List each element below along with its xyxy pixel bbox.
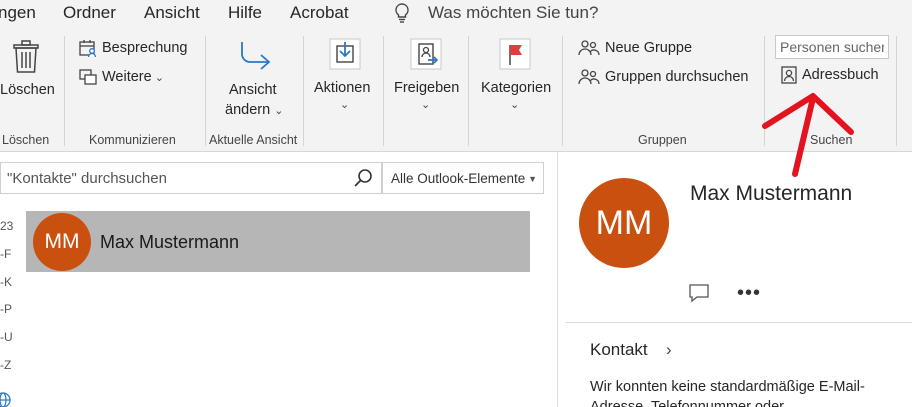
menu-item-acrobat[interactable]: Acrobat: [290, 3, 349, 23]
globe-icon[interactable]: [0, 391, 12, 407]
pane-divider[interactable]: [557, 152, 558, 407]
index-item[interactable]: -F: [0, 247, 11, 261]
ansicht-aendern-line1[interactable]: Ansicht: [229, 82, 277, 98]
calendar-person-icon: [79, 40, 97, 57]
group-label-loeschen: Löschen: [2, 133, 50, 147]
menu-item-hilfe[interactable]: Hilfe: [228, 3, 262, 23]
group-label-aktuelle-ansicht: Aktuelle Ansicht: [209, 133, 298, 147]
menu-item-ordner[interactable]: Ordner: [63, 3, 116, 23]
chat-icon[interactable]: [688, 283, 710, 308]
freigeben-button[interactable]: Freigeben: [394, 80, 459, 96]
neue-gruppe-label: Neue Gruppe: [605, 40, 693, 56]
menu-bar: ngen Ordner Ansicht Hilfe Acrobat Was mö…: [0, 0, 912, 28]
trash-icon[interactable]: [13, 40, 39, 79]
divider: [565, 322, 912, 323]
index-item[interactable]: 23: [0, 219, 13, 233]
adressbuch-label: Adressbuch: [802, 67, 879, 83]
ribbon-separator: [562, 36, 563, 146]
besprechung-label: Besprechung: [102, 40, 188, 56]
gruppen-durchsuchen-label: Gruppen durchsuchen: [605, 69, 749, 85]
browse-groups-icon: [578, 69, 600, 85]
weitere-button[interactable]: Weitere ⌄: [79, 66, 164, 88]
search-scope-dropdown[interactable]: Alle Outlook-Elemente ▼: [382, 162, 544, 194]
chevron-down-icon[interactable]: ⌄: [340, 98, 349, 111]
search-scope-value: Alle Outlook-Elemente: [391, 170, 526, 186]
index-item[interactable]: -K: [0, 275, 12, 289]
tell-me-search[interactable]: Was möchten Sie tun?: [428, 3, 598, 23]
share-contact-icon[interactable]: [410, 38, 442, 75]
new-group-icon: [578, 40, 600, 56]
neue-gruppe-button[interactable]: Neue Gruppe: [578, 37, 692, 59]
menu-item-ansicht[interactable]: Ansicht: [144, 3, 200, 23]
lightbulb-icon[interactable]: [393, 2, 411, 29]
dropdown-arrow-icon: ▼: [528, 174, 537, 184]
contact-avatar-large: MM: [579, 178, 669, 268]
ribbon-separator: [468, 36, 469, 146]
search-icon[interactable]: [344, 162, 382, 194]
address-book-icon: [781, 66, 797, 84]
ansicht-aendern-button[interactable]: ändern ⌄: [225, 102, 283, 118]
gruppen-durchsuchen-button[interactable]: Gruppen durchsuchen: [578, 66, 749, 88]
contact-detail-name: Max Mustermann: [690, 182, 853, 205]
personen-suchen-input[interactable]: [775, 35, 889, 59]
chevron-down-icon[interactable]: ⌄: [510, 98, 519, 111]
ribbon-separator: [303, 36, 304, 146]
index-item[interactable]: -Z: [0, 358, 11, 372]
chevron-down-icon: ⌄: [274, 105, 284, 117]
contacts-search-input[interactable]: [0, 162, 344, 194]
chevron-right-icon[interactable]: ›: [666, 340, 672, 360]
actions-icon[interactable]: [329, 38, 361, 75]
contact-name: Max Mustermann: [100, 232, 240, 252]
loeschen-button[interactable]: Löschen: [0, 82, 55, 98]
weitere-label: Weitere: [102, 69, 152, 85]
kategorien-button[interactable]: Kategorien: [481, 80, 551, 96]
ribbon-separator: [64, 36, 65, 146]
no-contact-info-message: Wir konnten keine standardmäßige E-Mail-…: [590, 379, 865, 407]
index-item[interactable]: -U: [0, 330, 13, 344]
more-communicate-icon: [79, 69, 97, 85]
more-options-icon[interactable]: •••: [737, 282, 761, 305]
ribbon-separator: [896, 36, 897, 146]
avatar: MM: [33, 213, 91, 271]
menu-item-einstellungen[interactable]: ngen: [0, 3, 36, 23]
change-view-arrow-icon[interactable]: [236, 40, 272, 79]
ribbon-separator: [205, 36, 206, 146]
contact-list-item[interactable]: MM Max Mustermann: [26, 211, 530, 272]
index-item[interactable]: -P: [0, 302, 12, 316]
adressbuch-button[interactable]: Adressbuch: [781, 64, 879, 86]
kontakt-section-title[interactable]: Kontakt: [590, 340, 648, 360]
ribbon-separator: [383, 36, 384, 146]
chevron-down-icon: ⌄: [154, 71, 164, 84]
annotation-arrow-icon: [762, 93, 854, 177]
group-label-kommunizieren: Kommunizieren: [89, 133, 176, 147]
category-flag-icon[interactable]: [499, 38, 531, 75]
chevron-down-icon[interactable]: ⌄: [421, 98, 430, 111]
aktionen-button[interactable]: Aktionen: [314, 80, 370, 96]
besprechung-button[interactable]: Besprechung: [79, 37, 187, 59]
group-label-gruppen: Gruppen: [638, 133, 687, 147]
ansicht-aendern-line2: ändern: [225, 102, 271, 118]
